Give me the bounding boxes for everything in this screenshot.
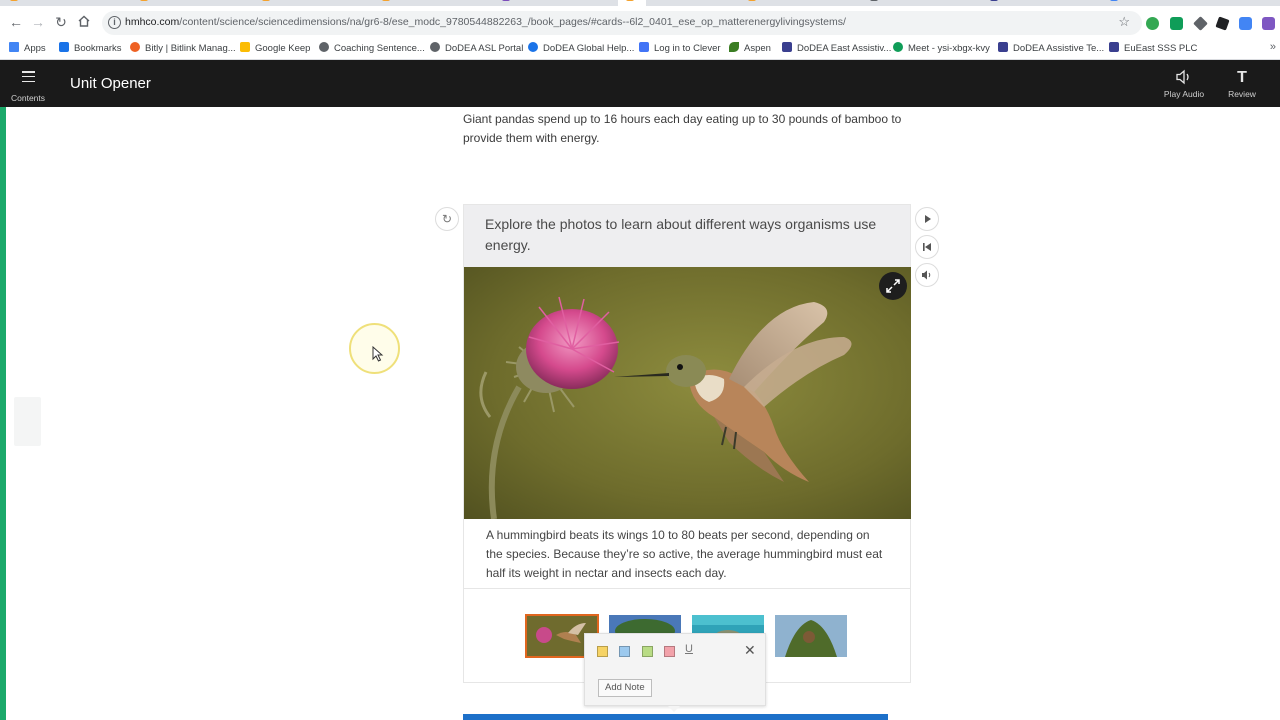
text-icon: T	[1237, 69, 1247, 86]
next-section-bar	[463, 714, 888, 720]
bookmark-label: Meet - ysi-xbgx-kvy	[908, 43, 990, 54]
bookmark-bookmarks[interactable]: Bookmarks	[59, 41, 122, 57]
bookmark-label: Aspen	[744, 43, 771, 54]
back-icon[interactable]: ←	[8, 14, 24, 30]
hummingbird-image	[464, 267, 911, 519]
bookmark-label: DoDEA Global Help...	[543, 43, 635, 54]
url-text: hmhco.com/content/science/sciencedimensi…	[125, 16, 846, 28]
photo-explorer-card: Explore the photos to learn about differ…	[463, 204, 911, 683]
address-bar[interactable]: i hmhco.com/content/science/sciencedimen…	[102, 11, 1142, 35]
bookmark-label: Google Keep	[255, 43, 311, 54]
bookmark-label: Log in to Clever	[654, 43, 721, 54]
menu-icon	[21, 71, 35, 83]
apps-grid-icon	[9, 42, 19, 52]
bookmark-clever[interactable]: Log in to Clever	[639, 41, 721, 57]
highlight-yellow-button[interactable]	[597, 646, 608, 657]
bookmark-eueast-sss-plc[interactable]: EuEast SSS PLC	[1109, 41, 1197, 57]
highlight-green-button[interactable]	[642, 646, 653, 657]
doc-icon	[1109, 42, 1119, 52]
bookmark-star-icon[interactable]: ☆	[1118, 14, 1130, 30]
previous-page-tab[interactable]	[14, 397, 41, 446]
review-label: Review	[1228, 89, 1256, 99]
bookmark-google-keep[interactable]: Google Keep	[240, 41, 310, 57]
play-icon	[925, 215, 931, 223]
popup-pointer	[668, 706, 680, 712]
aspen-leaf-icon	[729, 42, 739, 52]
reset-button[interactable]: ↻	[435, 207, 459, 231]
play-button[interactable]	[915, 207, 939, 231]
speaker-icon	[1163, 69, 1205, 87]
more-bookmarks-icon[interactable]: »	[1270, 41, 1276, 53]
progress-accent-bar	[0, 107, 6, 720]
doc-icon	[998, 42, 1008, 52]
restart-button[interactable]	[915, 235, 939, 259]
play-audio-label: Play Audio	[1163, 89, 1205, 99]
extension-icon[interactable]	[1146, 17, 1159, 30]
highlight-pink-button[interactable]	[664, 646, 675, 657]
meet-icon	[893, 42, 903, 52]
audio-button[interactable]	[915, 263, 939, 287]
card-prompt: Explore the photos to learn about differ…	[464, 205, 910, 267]
bookmark-label: DoDEA ASL Portal	[445, 43, 524, 54]
globe-icon	[430, 42, 440, 52]
bookmark-dodea-global-help[interactable]: DoDEA Global Help...	[528, 41, 634, 57]
bookmark-apps[interactable]: Apps	[9, 41, 46, 57]
bitly-icon	[130, 42, 140, 52]
extension-icon[interactable]	[1239, 17, 1252, 30]
bookmark-label: Bitly | Bitlink Manag...	[145, 43, 236, 54]
play-audio-button[interactable]: Play Audio	[1163, 69, 1205, 99]
thumbnail-plant[interactable]	[775, 615, 847, 657]
highlight-note-popup: U ✕ Add Note	[584, 633, 766, 712]
skip-back-icon	[923, 243, 931, 251]
bookmark-meet[interactable]: Meet - ysi-xbgx-kvy	[893, 41, 990, 57]
home-icon[interactable]	[76, 14, 92, 30]
forward-icon[interactable]: →	[30, 14, 46, 30]
extension-icon[interactable]	[1170, 17, 1183, 30]
intro-text: Giant pandas spend up to 16 hours each d…	[463, 112, 902, 145]
bookmark-coaching-sentence[interactable]: Coaching Sentence...	[319, 41, 425, 57]
bookmark-label: Apps	[24, 43, 46, 54]
browser-toolbar: ← → ↻ i hmhco.com/content/science/scienc…	[0, 6, 1280, 38]
extension-icon[interactable]	[1193, 16, 1208, 31]
dodea-icon	[528, 42, 538, 52]
bookmark-dodea-asl[interactable]: DoDEA ASL Portal	[430, 41, 523, 57]
site-info-icon[interactable]: i	[108, 16, 121, 29]
bookmark-dodea-east-assistive[interactable]: DoDEA East Assistiv...	[782, 41, 891, 57]
photo-caption: A hummingbird beats its wings 10 to 80 b…	[464, 519, 910, 589]
clever-icon	[639, 42, 649, 52]
globe-icon	[319, 42, 329, 52]
contents-label: Contents	[10, 93, 46, 104]
star-icon	[59, 42, 69, 52]
underline-button[interactable]: U	[685, 643, 693, 655]
keep-icon	[240, 42, 250, 52]
extension-icon[interactable]	[1262, 17, 1275, 30]
contents-button[interactable]: Contents	[8, 68, 48, 104]
bookmark-label: EuEast SSS PLC	[1124, 43, 1198, 54]
mouse-pointer-icon	[372, 346, 384, 362]
expand-button[interactable]	[879, 272, 907, 300]
bookmark-label: DoDEA East Assistiv...	[797, 43, 892, 54]
extension-icon[interactable]	[1215, 16, 1230, 31]
refresh-icon: ↻	[441, 212, 453, 226]
add-note-button[interactable]: Add Note	[598, 679, 652, 697]
reload-icon[interactable]: ↻	[53, 14, 69, 30]
bookmark-label: DoDEA Assistive Te...	[1013, 43, 1105, 54]
review-button[interactable]: T Review	[1223, 69, 1261, 99]
bookmark-aspen[interactable]: Aspen	[729, 41, 771, 57]
app-header: Contents Unit Opener Play Audio T Review	[0, 60, 1280, 107]
expand-icon	[886, 279, 900, 293]
doc-icon	[782, 42, 792, 52]
close-icon[interactable]: ✕	[744, 642, 756, 659]
bookmark-label: Coaching Sentence...	[334, 43, 425, 54]
hummingbird-photo	[464, 267, 911, 519]
highlight-blue-button[interactable]	[619, 646, 630, 657]
bookmark-dodea-assistive-te[interactable]: DoDEA Assistive Te...	[998, 41, 1104, 57]
speaker-icon	[922, 270, 931, 280]
bookmark-label: Bookmarks	[74, 43, 122, 54]
page-title: Unit Opener	[70, 75, 151, 92]
bookmark-bitly[interactable]: Bitly | Bitlink Manag...	[130, 41, 236, 57]
bookmarks-bar: Apps Bookmarks Bitly | Bitlink Manag... …	[0, 38, 1280, 60]
